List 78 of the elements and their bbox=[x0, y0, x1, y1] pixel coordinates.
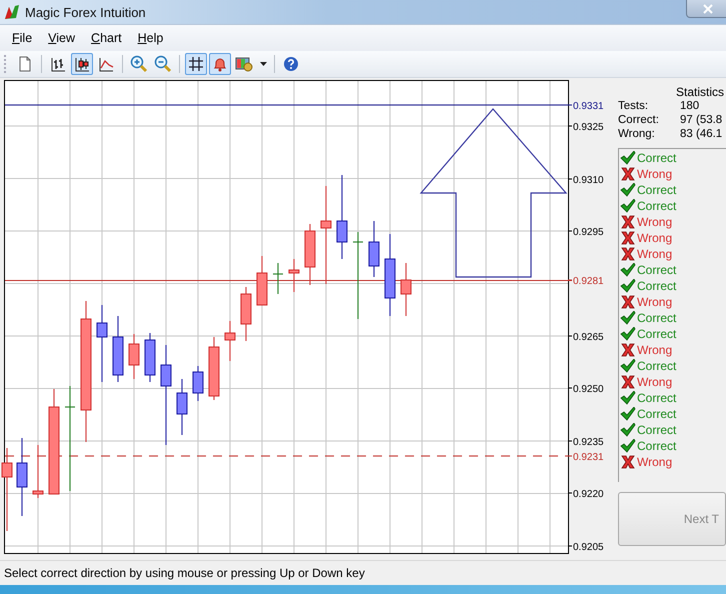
menu-item[interactable]: Chart bbox=[83, 29, 130, 47]
candlestick bbox=[128, 334, 140, 380]
result-label: Correct bbox=[637, 439, 676, 453]
price-label: 0.9250 bbox=[573, 384, 604, 395]
menu-item[interactable]: File bbox=[4, 29, 40, 47]
statistics-title: Statistics bbox=[674, 85, 725, 99]
result-label: Wrong bbox=[637, 295, 672, 309]
new-document-icon bbox=[18, 56, 32, 72]
candlestick bbox=[112, 316, 124, 382]
price-label: 0.9310 bbox=[573, 175, 604, 186]
help-icon bbox=[283, 56, 299, 72]
grid-button[interactable] bbox=[185, 53, 207, 75]
menu-item[interactable]: View bbox=[40, 29, 84, 47]
price-label: 0.9205 bbox=[573, 542, 604, 553]
candles-button[interactable] bbox=[71, 53, 93, 75]
candlestick bbox=[224, 320, 236, 362]
result-label: Correct bbox=[637, 407, 676, 421]
result-label: Correct bbox=[637, 423, 676, 437]
app-logo-icon bbox=[4, 4, 20, 20]
price-label: 0.9281 bbox=[573, 276, 604, 287]
candlestick bbox=[192, 366, 204, 402]
result-label: Wrong bbox=[637, 215, 672, 229]
candlestick bbox=[272, 262, 284, 294]
caret-icon bbox=[260, 62, 266, 66]
candlestick bbox=[256, 256, 268, 306]
stat-label: Tests: bbox=[618, 100, 650, 112]
candlestick bbox=[304, 224, 316, 286]
palette-icon bbox=[235, 56, 253, 72]
zoom-in-button[interactable] bbox=[128, 53, 150, 75]
candlestick-icon bbox=[74, 56, 90, 72]
result-label: Correct bbox=[637, 311, 676, 325]
price-label: 0.9331 bbox=[573, 101, 604, 112]
grid-icon bbox=[188, 56, 204, 72]
price-label: 0.9235 bbox=[573, 437, 604, 448]
candlestick bbox=[368, 220, 380, 278]
candlestick bbox=[288, 258, 300, 292]
result-label: Correct bbox=[637, 151, 676, 165]
result-label: Correct bbox=[637, 199, 676, 213]
bell-icon bbox=[212, 56, 228, 72]
result-label: Wrong bbox=[637, 167, 672, 181]
close-button[interactable] bbox=[686, 0, 726, 18]
candlestick bbox=[32, 444, 44, 498]
result-label: Correct bbox=[637, 327, 676, 341]
zoom-out-icon bbox=[154, 55, 172, 73]
candlestick bbox=[208, 336, 220, 400]
stat-label: Correct: bbox=[618, 114, 660, 126]
price-label: 0.9325 bbox=[573, 122, 604, 133]
result-label: Wrong bbox=[637, 247, 672, 261]
close-icon bbox=[703, 4, 713, 14]
candlestick bbox=[176, 378, 188, 436]
line-chart-icon bbox=[98, 56, 114, 72]
candlestick bbox=[144, 332, 156, 382]
candlestick bbox=[400, 262, 412, 316]
price-label: 0.9295 bbox=[573, 227, 604, 238]
result-label: Correct bbox=[637, 183, 676, 197]
stat-value: 83 (46.1 bbox=[680, 128, 724, 140]
price-label: 0.9265 bbox=[573, 332, 604, 343]
result-label: Wrong bbox=[637, 231, 672, 245]
window-title: Magic Forex Intuition bbox=[25, 4, 146, 20]
result-label: Wrong bbox=[637, 343, 672, 357]
bell-button[interactable] bbox=[209, 53, 231, 75]
candlestick bbox=[240, 286, 252, 342]
stat-value: 180 bbox=[680, 100, 700, 112]
result-label: Correct bbox=[637, 391, 676, 405]
zoom-in-icon bbox=[130, 55, 148, 73]
menu-item[interactable]: Help bbox=[130, 29, 172, 47]
price-label: 0.9220 bbox=[573, 489, 604, 500]
result-label: Wrong bbox=[637, 455, 672, 469]
bar-chart-icon bbox=[50, 56, 66, 72]
result-label: Correct bbox=[637, 263, 676, 277]
zoom-out-button[interactable] bbox=[152, 53, 174, 75]
stat-value: 97 (53.8 bbox=[680, 114, 724, 126]
result-label: Correct bbox=[637, 359, 676, 373]
up-arrow[interactable] bbox=[420, 108, 568, 278]
result-label: Correct bbox=[637, 279, 676, 293]
stat-label: Wrong: bbox=[618, 128, 656, 140]
result-label: Wrong bbox=[637, 375, 672, 389]
price-label: 0.9231 bbox=[573, 452, 604, 463]
